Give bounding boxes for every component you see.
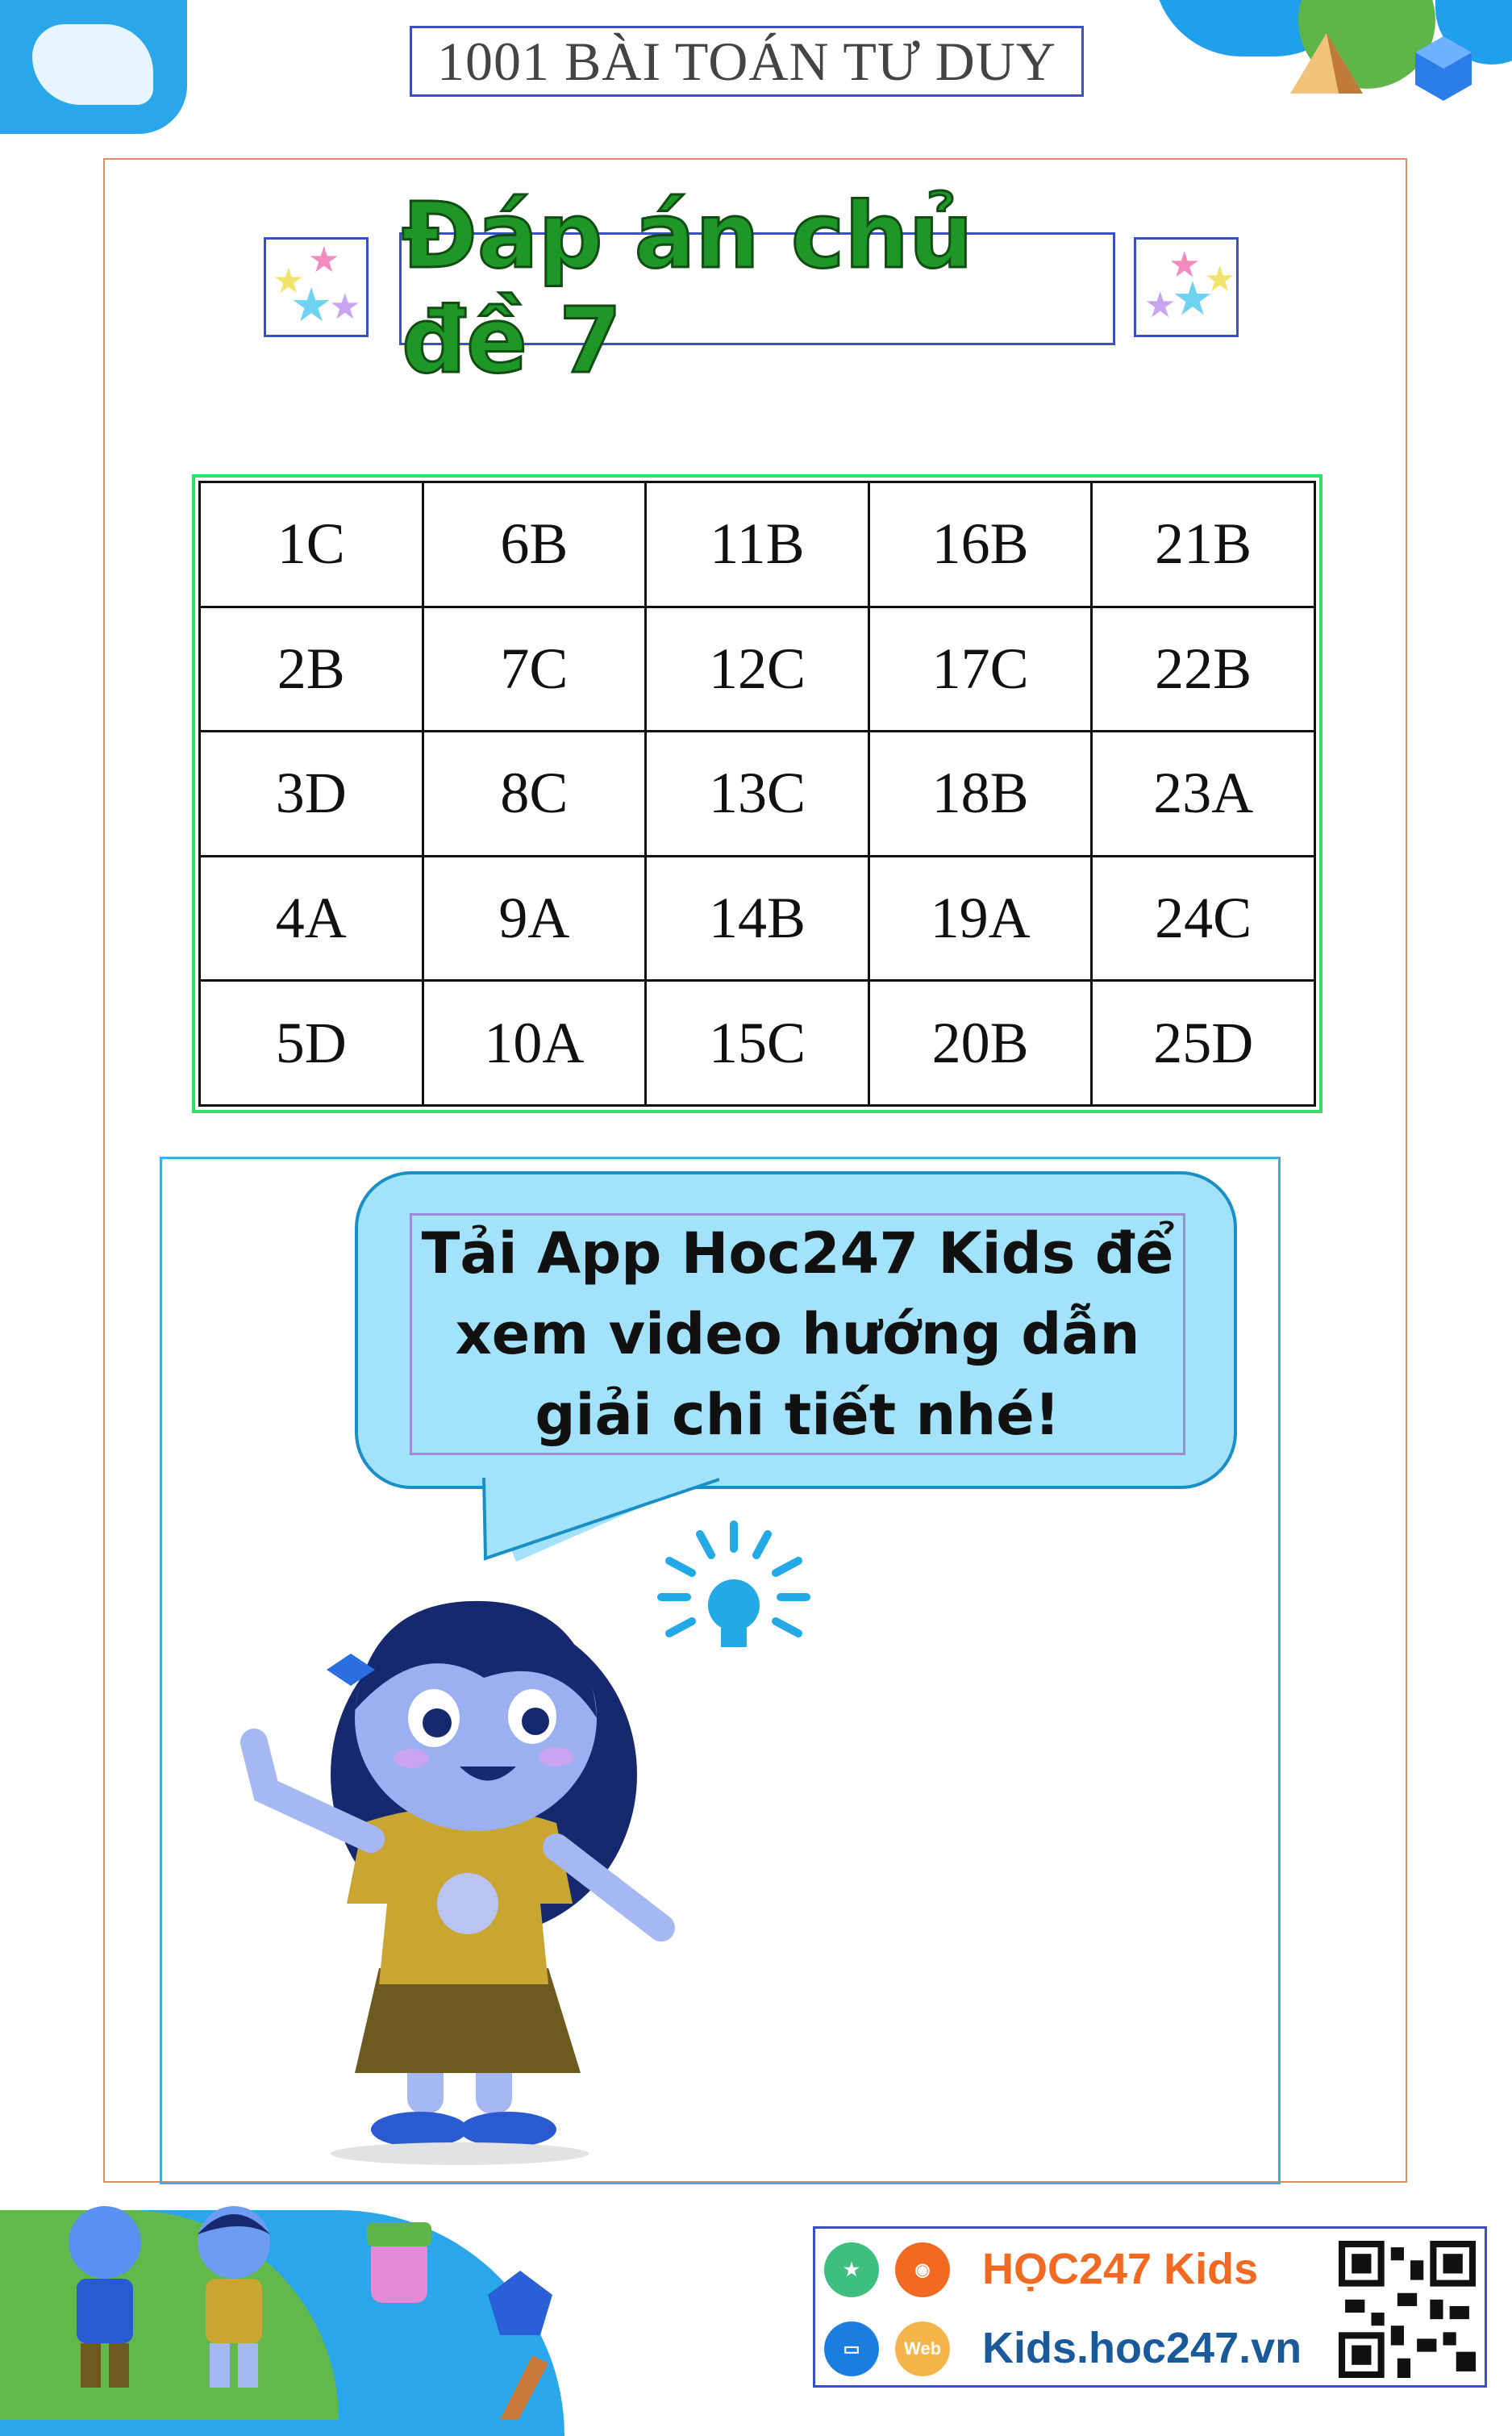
qr-code	[1339, 2241, 1476, 2378]
apple-android-icon: ★	[824, 2242, 879, 2297]
cube-icon	[1415, 36, 1472, 101]
answer-cell: 3D	[198, 730, 424, 857]
table-row: 5D 10A 15C 20B 25D	[198, 979, 1316, 1107]
answer-cell: 25D	[1090, 979, 1316, 1107]
answer-cell: 14B	[644, 854, 870, 982]
answer-cell: 1C	[198, 481, 424, 608]
answer-cell: 9A	[421, 854, 648, 982]
kids-characters-illustration	[69, 2206, 270, 2388]
table-row: 3D 8C 13C 18B 23A	[198, 730, 1316, 857]
answer-cell: 12C	[644, 605, 870, 733]
corner-decoration-inner	[32, 24, 153, 105]
table-row: 1C 6B 11B 16B 21B	[198, 481, 1316, 608]
backpack-icon	[367, 2222, 431, 2303]
answer-cell: 20B	[867, 979, 1093, 1107]
pencil-icon	[500, 2355, 548, 2420]
answer-cell: 7C	[421, 605, 648, 733]
table-row: 4A 9A 14B 19A 24C	[198, 854, 1316, 982]
answer-cell: 11B	[644, 481, 870, 608]
page-title: Đáp án chủ đề 7	[399, 183, 1115, 395]
answer-cell: 15C	[644, 979, 870, 1107]
stars-icon: ★ ★ ★ ★	[264, 237, 369, 337]
desktop-icon: ▭	[824, 2321, 879, 2376]
answer-cell: 13C	[644, 730, 870, 857]
mascot-icon: ◉	[895, 2242, 950, 2297]
answer-cell: 23A	[1090, 730, 1316, 857]
answer-cell: 2B	[198, 605, 424, 733]
stars-icon: ★ ★ ★ ★	[1134, 237, 1239, 337]
answer-cell: 6B	[421, 481, 648, 608]
answer-cell: 10A	[421, 979, 648, 1107]
pyramid-icon	[1290, 33, 1363, 94]
answer-table: 1C 6B 11B 16B 21B 2B 7C 12C 17C 22B 3D 8C 13C 18B 23A 4…	[192, 474, 1322, 1113]
answer-cell: 21B	[1090, 481, 1316, 608]
answer-cell: 22B	[1090, 605, 1316, 733]
answer-cell: 8C	[421, 730, 648, 857]
speech-bubble-text: Tải App Hoc247 Kids để xem video hướng d…	[421, 1220, 1174, 1448]
speech-bubble-textbox: Tải App Hoc247 Kids để xem video hướng d…	[410, 1213, 1185, 1455]
answer-cell: 24C	[1090, 854, 1316, 982]
answer-cell: 16B	[867, 481, 1093, 608]
answer-cell: 18B	[867, 730, 1093, 857]
answer-cell: 5D	[198, 979, 424, 1107]
book-title: 1001 BÀI TOÁN TƯ DUY	[410, 26, 1084, 97]
answer-cell: 4A	[198, 854, 424, 982]
web-badge: Web	[895, 2321, 950, 2376]
answer-cell: 17C	[867, 605, 1093, 733]
pentagon-icon	[488, 2271, 552, 2335]
answer-cell: 19A	[867, 854, 1093, 982]
website-link[interactable]: Kids.hoc247.vn	[982, 2323, 1302, 2373]
brand-name: HỌC247 Kids	[982, 2245, 1259, 2293]
table-row: 2B 7C 12C 17C 22B	[198, 605, 1316, 733]
girl-character-illustration	[240, 1600, 675, 2165]
